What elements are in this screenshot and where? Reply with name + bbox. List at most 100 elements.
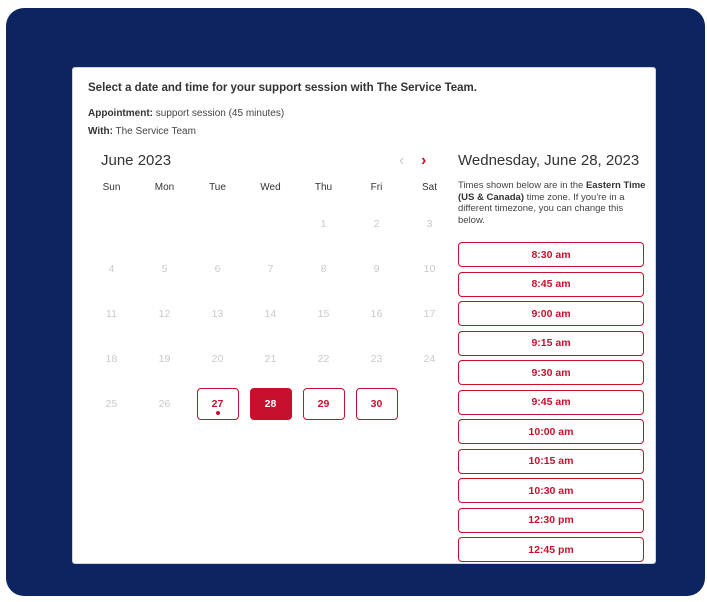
calendar-day-25: 25: [85, 381, 138, 426]
time-slot-list: 8:30 am 8:45 am 9:00 am 9:15 am 9:30 am 9:45 …: [458, 242, 644, 563]
day-number: 18: [105, 352, 118, 365]
day-number: 13: [211, 307, 224, 320]
calendar-day-5: 5: [138, 246, 191, 291]
calendar-day-23: 23: [350, 336, 403, 381]
calendar-day-21: 21: [244, 336, 297, 381]
day-number: 29: [317, 397, 330, 410]
calendar-day-20: 20: [191, 336, 244, 381]
calendar-blank-cell: [138, 201, 191, 246]
timezone-note: Times shown below are in the Eastern Tim…: [458, 180, 648, 226]
weekday-label: Sat: [421, 182, 437, 193]
time-slot-button[interactable]: 9:00 am: [458, 301, 644, 326]
day-number: 20: [211, 352, 224, 365]
day-number: 19: [158, 352, 171, 365]
time-slot-button[interactable]: 10:30 am: [458, 478, 644, 503]
weekday-label: Tue: [209, 182, 226, 193]
time-slot-button[interactable]: 12:30 pm: [458, 507, 644, 533]
calendar-blank-cell: [85, 201, 138, 246]
selected-day-button[interactable]: 28: [249, 387, 292, 420]
day-number: 3: [426, 217, 433, 230]
scheduler-card: Select a date and time for your support …: [72, 67, 656, 564]
time-slot-button[interactable]: 9:15 am: [458, 330, 644, 356]
time-slot-button[interactable]: 12:45 pm: [458, 537, 644, 562]
day-number: 10: [423, 262, 436, 275]
with-value: The Service Team: [115, 126, 196, 137]
day-number: 4: [108, 262, 115, 275]
day-number: 1: [320, 217, 327, 230]
weekday-label: Thu: [314, 182, 333, 193]
time-slot-button[interactable]: 9:30 am: [458, 360, 644, 385]
day-number: 14: [264, 307, 277, 320]
available-day-button[interactable]: 27: [196, 387, 239, 420]
day-number: 12: [158, 307, 171, 320]
calendar-blank-cell: [244, 201, 297, 246]
calendar-day-1: 1: [297, 201, 350, 246]
day-number: 8: [320, 262, 327, 275]
day-number: 30: [370, 397, 383, 410]
appointment-info: Appointment: support session (45 minutes…: [88, 108, 284, 119]
day-number: 21: [264, 352, 277, 365]
time-slot-button[interactable]: 10:15 am: [458, 448, 644, 474]
day-number: 24: [423, 352, 436, 365]
chevron-left-icon[interactable]: ‹: [399, 152, 404, 170]
calendar-day-24: 24: [403, 336, 456, 381]
calendar-day-15: 15: [297, 291, 350, 336]
calendar-day-17: 17: [403, 291, 456, 336]
selected-date-title: Wednesday, June 28, 2023: [458, 152, 640, 169]
day-number: 16: [370, 307, 383, 320]
calendar-day-10: 10: [403, 246, 456, 291]
calendar-day-12: 12: [138, 291, 191, 336]
calendar-day-6: 6: [191, 246, 244, 291]
available-day-button[interactable]: 29: [302, 387, 345, 420]
calendar-day-2: 2: [350, 201, 403, 246]
page-title: Select a date and time for your support …: [88, 82, 477, 94]
calendar-day-14: 14: [244, 291, 297, 336]
weekday-label: Sun: [102, 182, 121, 193]
time-slot-button[interactable]: 9:45 am: [458, 389, 644, 415]
calendar-day-13: 13: [191, 291, 244, 336]
calendar-day-4: 4: [85, 246, 138, 291]
day-number: 6: [214, 262, 221, 275]
calendar-blank-cell: [191, 201, 244, 246]
weekday-label: Mon: [154, 182, 175, 193]
day-number: 2: [373, 217, 380, 230]
day-number: 11: [106, 307, 117, 320]
weekday-label: Wed: [260, 182, 281, 193]
time-slot-button[interactable]: 8:45 am: [458, 271, 644, 297]
calendar-day-8: 8: [297, 246, 350, 291]
day-number: 28: [264, 397, 277, 410]
weekday-label: Fri: [370, 182, 383, 193]
calendar-day-7: 7: [244, 246, 297, 291]
day-number: 25: [105, 397, 118, 410]
day-number: 7: [267, 262, 274, 275]
calendar-day-16: 16: [350, 291, 403, 336]
day-number: 23: [370, 352, 383, 365]
timezone-note-prefix: Times shown below are in the: [458, 180, 586, 191]
day-number: 9: [373, 262, 380, 275]
calendar-day-27[interactable]: 27: [191, 381, 244, 426]
chevron-right-icon[interactable]: ›: [421, 152, 426, 170]
calendar-day-29[interactable]: 29: [297, 381, 350, 426]
day-number: 15: [317, 307, 330, 320]
calendar-grid: 1 2 3 4 5 6 7 8 9 10 11 12 13 14 15 16 17 18 19 20 21 22 23 24 2…: [85, 201, 457, 426]
calendar-day-28[interactable]: 28: [244, 381, 297, 426]
calendar-day-30[interactable]: 30: [350, 381, 403, 426]
calendar-day-11: 11: [85, 291, 138, 336]
day-number: 5: [161, 262, 168, 275]
day-number: 26: [158, 397, 171, 410]
day-number: 17: [423, 307, 436, 320]
day-number: 22: [317, 352, 330, 365]
weekday-header: Sun Mon Tue Wed Thu Fri Sat: [85, 182, 457, 193]
calendar-day-22: 22: [297, 336, 350, 381]
with-info: With: The Service Team: [88, 126, 196, 137]
time-slot-button[interactable]: 8:30 am: [458, 242, 644, 267]
month-label: June 2023: [101, 152, 172, 169]
calendar-day-19: 19: [138, 336, 191, 381]
appointment-label: Appointment:: [88, 108, 153, 119]
appointment-value: support session (45 minutes): [155, 108, 285, 119]
available-day-button[interactable]: 30: [355, 387, 398, 420]
outer-frame: Select a date and time for your support …: [6, 8, 705, 596]
calendar-day-18: 18: [85, 336, 138, 381]
time-slot-button[interactable]: 10:00 am: [458, 419, 644, 444]
calendar-day-3: 3: [403, 201, 456, 246]
